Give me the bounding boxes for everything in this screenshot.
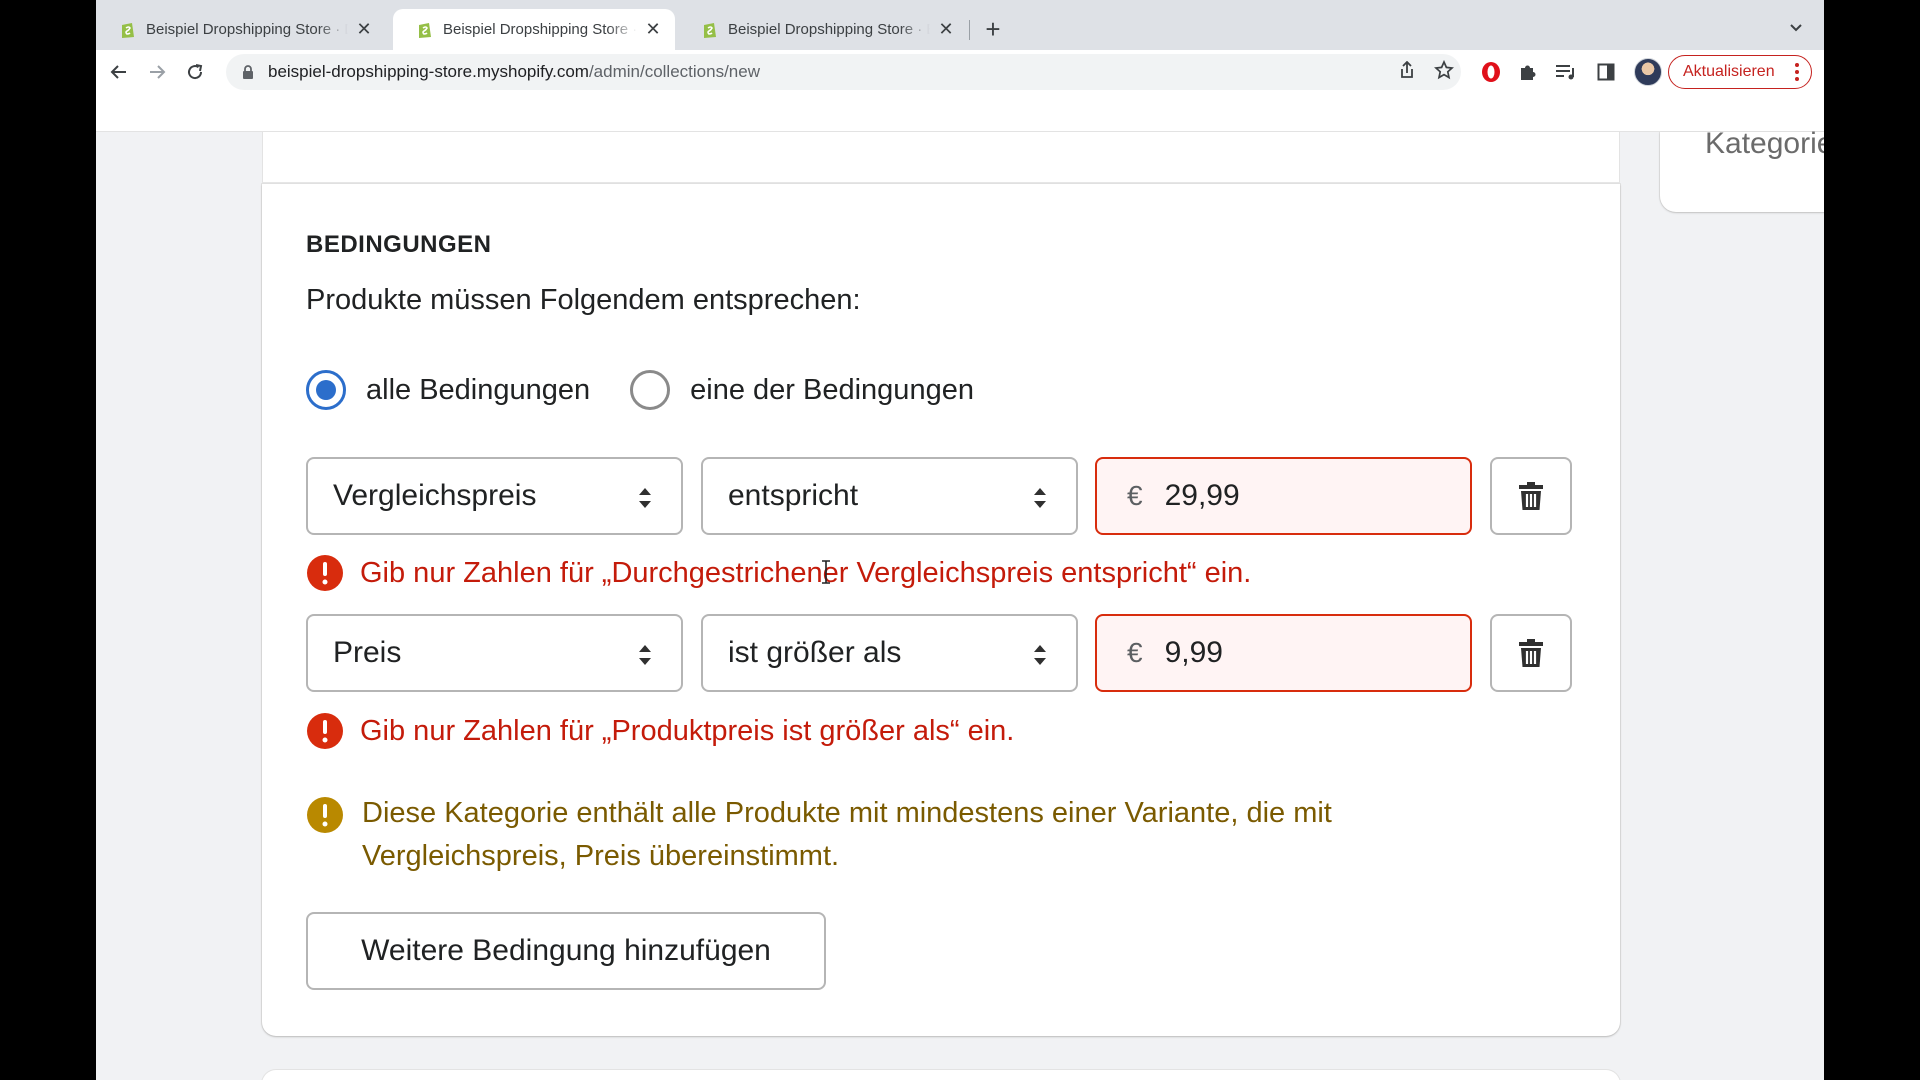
address-bar[interactable]: beispiel-dropshipping-store.myshopify.co… (226, 54, 1461, 90)
tab-title: Beispiel Dropshipping Store · Bestellung… (728, 21, 930, 38)
radio-all-conditions[interactable]: alle Bedingungen (306, 370, 590, 410)
close-icon[interactable]: ✕ (354, 19, 374, 40)
url-path: /admin/collections/new (588, 62, 760, 81)
profile-avatar[interactable] (1634, 58, 1662, 86)
tab-strip: Beispiel Dropshipping Store · Dashboard … (96, 0, 1824, 50)
side-card-label: Kategorie (1705, 127, 1824, 160)
select-arrows-icon (1034, 645, 1046, 665)
tab-title: Beispiel Dropshipping Store · Kategorie (443, 21, 637, 38)
radio-any-condition[interactable]: eine der Bedingungen (630, 370, 974, 410)
error-text: Gib nur Zahlen für „Durchgestrichener Ve… (360, 556, 1252, 589)
admin-page: Kategorie BEDINGUNGEN Produkte müssen Fo… (96, 94, 1824, 1080)
radio-button[interactable] (630, 370, 671, 410)
back-icon[interactable] (106, 59, 132, 85)
next-card (262, 1070, 1620, 1080)
match-radio-group: alle Bedingungen eine der Bedingungen (306, 364, 1014, 416)
section-heading: BEDINGUNGEN (306, 231, 492, 258)
error-text: Gib nur Zahlen für „Produktpreis ist grö… (360, 714, 1015, 747)
shopify-icon (417, 21, 433, 39)
new-tab-button[interactable]: + (979, 14, 1007, 44)
condition-operator-select[interactable]: entspricht (701, 457, 1078, 535)
warning-text: Diese Kategorie enthält alle Produkte mi… (362, 797, 1332, 872)
close-icon[interactable]: ✕ (936, 19, 956, 40)
puzzle-icon[interactable] (1517, 61, 1539, 83)
lock-icon (240, 64, 256, 80)
bookmark-star-icon[interactable] (1433, 59, 1455, 81)
url-host: beispiel-dropshipping-store.myshopify.co… (268, 62, 589, 81)
select-value: Preis (333, 636, 402, 669)
add-condition-button[interactable]: Weitere Bedingung hinzufügen (306, 912, 826, 990)
condition-operator-select[interactable]: ist größer als (701, 614, 1078, 692)
tab-title: Beispiel Dropshipping Store · Dashboard (146, 21, 348, 38)
update-button[interactable]: Aktualisieren (1668, 55, 1812, 89)
input-value: 29,99 (1164, 479, 1240, 512)
trash-icon (1519, 639, 1543, 667)
radio-button-checked[interactable] (306, 370, 346, 410)
tab-dashboard[interactable]: Beispiel Dropshipping Store · Dashboard … (96, 9, 386, 50)
previous-card-bottom (262, 132, 1620, 184)
warning-message: Diese Kategorie enthält alle Produkte mi… (306, 792, 1482, 878)
condition-value-input[interactable]: € 9,99 (1095, 614, 1472, 692)
error-message: Gib nur Zahlen für „Durchgestrichener Ve… (306, 554, 1251, 592)
radio-label: alle Bedingungen (366, 373, 591, 406)
select-value: entspricht (728, 479, 859, 512)
conditions-subtitle: Produkte müssen Folgendem entsprechen: (306, 284, 861, 316)
media-queue-icon[interactable] (1555, 61, 1577, 83)
tab-collection[interactable]: Beispiel Dropshipping Store · Kategorie … (393, 9, 675, 50)
select-arrows-icon (639, 488, 651, 508)
more-vert-icon (1795, 63, 1799, 81)
delete-condition-button[interactable] (1490, 614, 1572, 692)
delete-condition-button[interactable] (1490, 457, 1572, 535)
critical-icon (307, 555, 343, 591)
condition-value-input[interactable]: € 29,99 (1095, 457, 1472, 535)
side-panel-icon[interactable] (1595, 61, 1617, 83)
share-icon[interactable] (1396, 59, 1418, 81)
currency-prefix: € (1127, 637, 1143, 668)
tab-orders[interactable]: Beispiel Dropshipping Store · Bestellung… (678, 9, 968, 50)
reload-icon[interactable] (182, 59, 208, 85)
input-value: 9,99 (1164, 636, 1223, 669)
browser-toolbar: beispiel-dropshipping-store.myshopify.co… (96, 50, 1824, 94)
radio-label: eine der Bedingungen (690, 373, 974, 406)
currency-prefix: € (1127, 480, 1143, 511)
select-arrows-icon (1034, 488, 1046, 508)
select-value: ist größer als (728, 636, 902, 669)
warning-icon (307, 797, 343, 833)
close-icon[interactable]: ✕ (643, 19, 663, 40)
error-message: Gib nur Zahlen für „Produktpreis ist grö… (306, 712, 1014, 750)
text-cursor-icon (822, 560, 830, 584)
condition-field-select[interactable]: Preis (306, 614, 683, 692)
opera-extension-icon[interactable] (1480, 61, 1502, 83)
shopify-icon (702, 21, 718, 39)
tab-separator (969, 20, 970, 40)
shopify-icon (120, 21, 136, 39)
critical-icon (307, 713, 343, 749)
chevron-down-icon[interactable] (1786, 18, 1806, 38)
select-value: Vergleichspreis (333, 479, 537, 512)
screen: Beispiel Dropshipping Store · Dashboard … (0, 0, 1920, 1080)
page-header-strip (96, 94, 1824, 132)
condition-field-select[interactable]: Vergleichspreis (306, 457, 683, 535)
forward-icon[interactable] (144, 59, 170, 85)
trash-icon (1519, 482, 1543, 510)
update-button-label: Aktualisieren (1683, 63, 1775, 80)
browser-window: Beispiel Dropshipping Store · Dashboard … (96, 0, 1824, 1080)
select-arrows-icon (639, 645, 651, 665)
